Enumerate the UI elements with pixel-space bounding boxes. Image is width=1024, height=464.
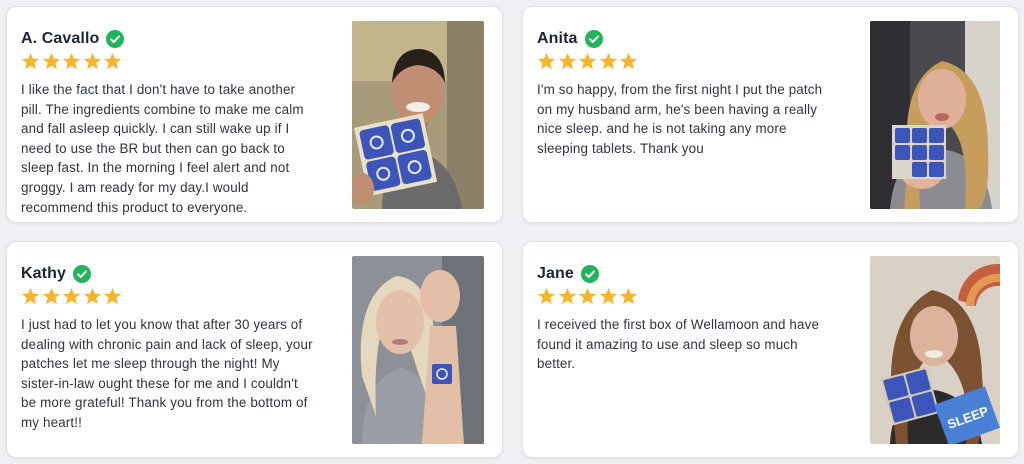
review-text: I just had to let you know that after 30…: [21, 315, 313, 433]
star-icon: [620, 287, 638, 305]
star-icon: [558, 52, 576, 70]
review-line: my heart!!: [21, 414, 83, 430]
reviewer-name: A. Cavallo: [21, 30, 100, 47]
star-icon: [599, 287, 617, 305]
star-icon: [599, 52, 617, 70]
reviewer-photo: [352, 21, 484, 209]
review-line: nice sleep. and he is not taking any mor…: [537, 121, 787, 137]
review-line: sleep fast. In the morning I feel alert …: [21, 160, 290, 176]
star-icon: [21, 52, 40, 70]
star-icon: [83, 52, 101, 70]
star-icon: [579, 52, 597, 70]
review-line: be more grateful! Thank you from the bot…: [21, 395, 308, 411]
review-line: patches let me sleep through the night! …: [21, 356, 280, 372]
star-icon: [104, 52, 122, 70]
verified-check-icon: [106, 30, 125, 48]
review-line: better.: [537, 356, 576, 372]
star-rating: [21, 52, 124, 71]
reviewer-name: Anita: [537, 30, 578, 47]
star-icon: [104, 287, 122, 305]
review-card: Anita I'm so happy, from the first night…: [522, 6, 1019, 223]
star-icon: [558, 287, 576, 305]
review-line: dealing with chronic pain and lack of sl…: [21, 336, 313, 352]
review-line: I received the first box of Wellamoon an…: [537, 317, 820, 332]
review-line: I'm so happy, from the first night I put…: [537, 82, 823, 97]
review-card: A. Cavallo I like the fact that I don't …: [6, 6, 503, 223]
review-line: I just had to let you know that after 30…: [21, 317, 303, 332]
star-icon: [620, 52, 638, 70]
reviewer-row: Anita: [537, 28, 603, 50]
review-line: and fall asleep quickly. I can still wak…: [21, 121, 290, 137]
review-line: found it amazing to use and sleep so muc…: [537, 336, 798, 352]
star-icon: [83, 287, 101, 305]
star-icon: [63, 52, 81, 70]
reviewer-photo: [870, 21, 1000, 209]
reviewer-row: Jane: [537, 263, 599, 285]
star-icon: [537, 52, 556, 70]
verified-check-icon: [580, 265, 599, 283]
star-rating: [537, 287, 640, 306]
review-card: Kathy I just had to let you know that af…: [6, 241, 503, 458]
review-line: sleeping tablets. Thank you: [537, 140, 704, 156]
star-icon: [42, 52, 60, 70]
review-card: Jane I received the first box of Wellamo…: [522, 241, 1019, 458]
reviewer-name: Jane: [537, 265, 574, 282]
star-icon: [579, 287, 597, 305]
review-text: I'm so happy, from the first night I put…: [537, 80, 822, 158]
review-line: groggy. I am ready for my day.I would: [21, 179, 249, 195]
star-icon: [537, 287, 556, 305]
review-text: I like the fact that I don't have to tak…: [21, 80, 304, 217]
reviewer-row: Kathy: [21, 263, 91, 285]
verified-check-icon: [584, 30, 603, 48]
star-icon: [63, 287, 81, 305]
review-line: I like the fact that I don't have to tak…: [21, 82, 296, 97]
review-line: pill. The ingredients combine to make me…: [21, 101, 304, 117]
star-rating: [537, 52, 640, 71]
reviewer-photo: [352, 256, 484, 444]
star-rating: [21, 287, 124, 306]
verified-check-icon: [72, 265, 91, 283]
reviewer-name: Kathy: [21, 265, 66, 282]
star-icon: [42, 287, 60, 305]
review-text: I received the first box of Wellamoon an…: [537, 315, 819, 374]
reviewer-photo: SLEEP: [870, 256, 1000, 444]
star-icon: [21, 287, 40, 305]
reviewer-row: A. Cavallo: [21, 28, 125, 50]
review-line: need to use the BR but then can go back …: [21, 140, 285, 156]
review-line: recommend this product to everyone.: [21, 199, 248, 215]
review-line: sister-in-law ought these for me and I c…: [21, 375, 298, 391]
review-line: on my husband arm, he's been having a re…: [537, 101, 818, 117]
